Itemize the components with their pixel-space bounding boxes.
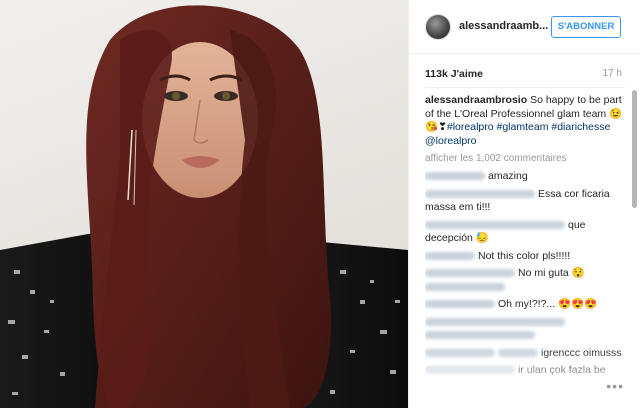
post-photo[interactable] [0,0,408,408]
follow-button[interactable]: S'ABONNER [551,16,621,38]
blurred-username [425,189,535,198]
blurred-username [425,269,515,278]
blurred-username [425,172,485,181]
blurred-username [425,348,495,357]
blurred-username [425,366,515,375]
portrait-image [0,5,408,408]
scrollbar[interactable] [632,90,637,208]
blurred-username [425,317,565,326]
comment-item: No mi guta 😯 [425,267,625,294]
blurred-text [498,348,538,357]
comment-item: Not this color pls!!!!! [425,250,625,264]
comment-item: Oh my!?!?... 😍😍😍 [425,298,625,312]
mention-lorealpro[interactable]: @lorealpro [425,135,477,147]
comment-text: amazing [488,170,528,182]
divider [425,87,625,88]
avatar[interactable] [425,14,451,40]
post-time[interactable]: 17 h [603,68,622,79]
comment-item: ir ulan çok fazla be [425,364,625,378]
comment-item: igrenccc oimusss [425,347,625,361]
comment-text: Not this color pls!!!!! [478,249,571,262]
comment-item: que decepción 😓 [425,219,625,246]
caption-username[interactable]: alessandraambrosio [425,94,527,106]
comment-text: No mi guta 😯 [518,267,585,279]
post-header: alessandraamb... S'ABONNER [409,0,640,54]
post-caption: alessandraambrosio So happy to be part o… [425,94,625,148]
comment-item: Essa cor ficaria massa em ti!!! [425,188,625,215]
comment-text: Oh my!?!?... 😍😍😍 [498,298,598,310]
comment-item: amazing [425,170,625,184]
post-side-panel: alessandraamb... S'ABONNER 113k J'aime 1… [408,0,640,408]
hashtag-lorealpro[interactable]: #lorealpro [447,121,494,133]
likes-count[interactable]: 113k J'aime [425,68,483,80]
blurred-text [425,282,505,291]
blurred-username [425,220,565,229]
hashtag-glamteam[interactable]: #glamteam [497,121,549,133]
comment-text: igrenccc oimusss [541,346,622,359]
blurred-username [425,300,495,309]
comment-text: ir ulan çok fazla be [518,364,606,376]
blurred-username [425,251,475,260]
more-options-icon[interactable]: ••• [606,378,624,394]
hashtag-diarichesse[interactable]: #diarichesse [551,121,610,133]
post-author-username[interactable]: alessandraamb... [459,20,548,32]
blurred-text [425,331,535,340]
comments-list: alessandraambrosio So happy to be part o… [425,94,625,380]
comment-item [425,316,625,343]
load-more-comments[interactable]: afficher les 1,002 commentaires [425,152,625,165]
